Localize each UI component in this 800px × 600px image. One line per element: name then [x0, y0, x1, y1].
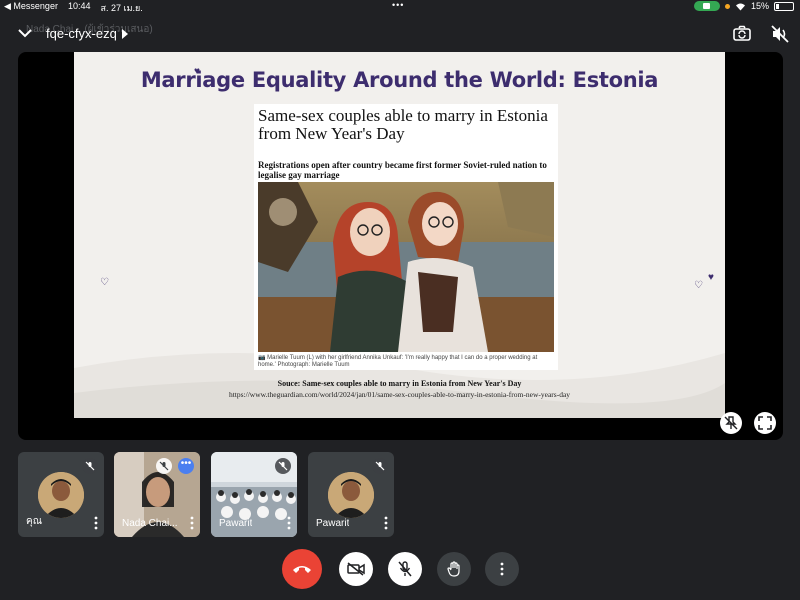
news-article-clipping: Same-sex couples able to marry in Estoni…	[254, 104, 558, 370]
slide-source-url: https://www.theguardian.com/world/2024/j…	[228, 390, 571, 399]
more-vert-icon[interactable]	[286, 516, 292, 530]
participant-name: Pawarit	[316, 518, 350, 529]
heart-decoration-icon: ♡	[100, 277, 109, 288]
camera-toggle-button[interactable]	[339, 552, 373, 586]
call-end-icon	[293, 566, 311, 573]
camera-off-icon	[347, 562, 365, 576]
participant-tile[interactable]: Pawarit	[308, 452, 394, 537]
chevron-right-icon	[121, 28, 128, 39]
more-vert-icon[interactable]	[383, 516, 389, 530]
mic-off-icon	[398, 561, 412, 577]
heart-decoration-icon: ♥	[708, 272, 714, 283]
photo-caption: 📷 Marielle Tuum (L) with her girlfriend …	[258, 355, 538, 368]
more-vert-icon	[500, 562, 504, 576]
participant-tile[interactable]: Pawarit	[211, 452, 297, 537]
participant-tile[interactable]: ••• Nada Chai...	[114, 452, 200, 537]
wifi-icon	[735, 3, 745, 10]
more-vert-icon[interactable]	[189, 516, 195, 530]
article-subtitle: Registrations open after country became …	[258, 160, 547, 180]
participant-name: Nada Chai...	[122, 518, 178, 529]
mic-off-icon	[372, 458, 388, 474]
more-horiz-icon[interactable]: •••	[178, 458, 194, 474]
status-time: 10:44	[67, 1, 91, 11]
photo-caption-text: Marielle Tuum (L) with her girlfriend An…	[258, 355, 538, 368]
status-bar: ◀ Messenger 10:44 ส. 27 เม.ย. ••• 15%	[0, 0, 800, 14]
heart-decoration-icon: ♡	[694, 280, 703, 291]
chevron-down-icon[interactable]	[16, 24, 34, 42]
back-app-label: Messenger	[13, 1, 58, 11]
slide-source: Souce: Same-sex couples able to marry in…	[277, 379, 522, 388]
end-call-button[interactable]	[282, 549, 322, 589]
more-vert-icon[interactable]	[93, 516, 99, 530]
status-date: ส. 27 เม.ย.	[100, 3, 143, 13]
more-options-button[interactable]	[485, 552, 519, 586]
battery-icon	[774, 1, 794, 11]
mic-toggle-button[interactable]	[388, 552, 422, 586]
slide-title: Marriage Equality Around the World: Esto…	[140, 68, 659, 92]
presentation-stage[interactable]: ♥ ♡ ♡ ♥ Marriage Equality Around the Wor…	[18, 52, 783, 440]
fullscreen-button[interactable]	[754, 412, 776, 434]
multitask-dots-icon[interactable]: •••	[392, 0, 404, 10]
speaker-mute-icon[interactable]	[770, 24, 790, 44]
pin-off-icon	[724, 416, 738, 430]
article-title: Same-sex couples able to marry in Estoni…	[258, 106, 548, 143]
meeting-top-bar: Nada Chai... (ผู้เข้าร่วมเสนอ) fqe-cfyx-…	[0, 18, 800, 50]
mic-active-indicator-icon	[724, 3, 730, 9]
mic-off-icon	[156, 458, 172, 474]
participant-name: คุณ	[26, 516, 42, 527]
fullscreen-icon	[758, 416, 772, 430]
participant-name: Pawarit	[219, 518, 253, 529]
meeting-code-button[interactable]: fqe-cfyx-ezq	[46, 26, 129, 41]
shared-slide: ♥ ♡ ♡ ♥ Marriage Equality Around the Wor…	[74, 52, 725, 418]
article-photo	[258, 182, 554, 352]
camera-flip-icon[interactable]	[732, 24, 752, 44]
back-to-app-link[interactable]: ◀ Messenger	[4, 1, 58, 15]
camera-active-indicator-icon	[693, 1, 720, 11]
participant-avatar	[328, 472, 374, 518]
meeting-code: fqe-cfyx-ezq	[46, 26, 117, 41]
raise-hand-button[interactable]	[437, 552, 471, 586]
mic-off-icon	[82, 458, 98, 474]
battery-percent: 15%	[750, 1, 769, 11]
participant-avatar	[38, 472, 84, 518]
participant-tile[interactable]: คุณ	[18, 452, 104, 537]
unpin-button[interactable]	[720, 412, 742, 434]
mic-off-icon	[275, 458, 291, 474]
hand-raise-icon	[447, 561, 460, 577]
